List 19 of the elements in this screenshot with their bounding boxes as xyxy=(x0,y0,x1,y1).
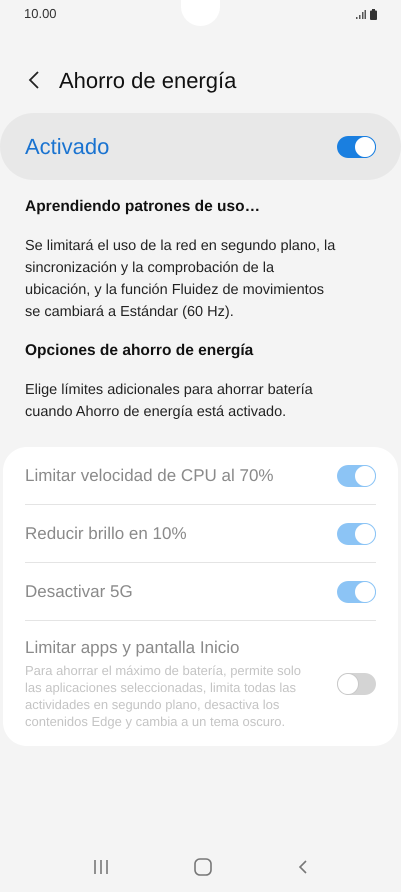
home-icon[interactable] xyxy=(194,858,212,876)
option-label: Reducir brillo en 10% xyxy=(25,522,187,544)
recent-apps-icon[interactable] xyxy=(92,859,109,875)
back-icon[interactable] xyxy=(28,70,40,90)
section-text: Elige límites adicionales para ahorrar batería cuando Ahorro de energía está activado. xyxy=(25,381,314,422)
master-switch-label: Activado xyxy=(25,133,110,161)
option-description: Para ahorrar el máximo de batería, permite solo las aplicaciones seleccionadas, limita todas las actividades en segundo plano, desactiva los contenidos Edge y cambia a un tema oscuro. xyxy=(25,662,302,730)
section-text: Se limitará el uso de la red en segundo plano, la sincronización y la comprobación de la ubicación, y la función Fluidez de movimientos se cambiará a Estándar (60 Hz). xyxy=(25,237,336,322)
master-switch-bar[interactable]: Activado xyxy=(0,113,401,180)
status-time: 10.00 xyxy=(24,5,57,24)
section-heading: Opciones de ahorro de energía xyxy=(25,341,254,361)
toggle-switch[interactable] xyxy=(337,136,376,158)
signal-icon xyxy=(356,10,366,18)
option-label: Desactivar 5G xyxy=(25,580,133,602)
section-heading: Aprendiendo patrones de uso… xyxy=(25,197,262,217)
option-label: Limitar apps y pantalla Inicio xyxy=(25,637,241,659)
battery-icon xyxy=(370,8,377,20)
page-title: Ahorro de energía xyxy=(59,66,236,95)
option-label: Limitar velocidad de CPU al 70% xyxy=(25,464,274,486)
